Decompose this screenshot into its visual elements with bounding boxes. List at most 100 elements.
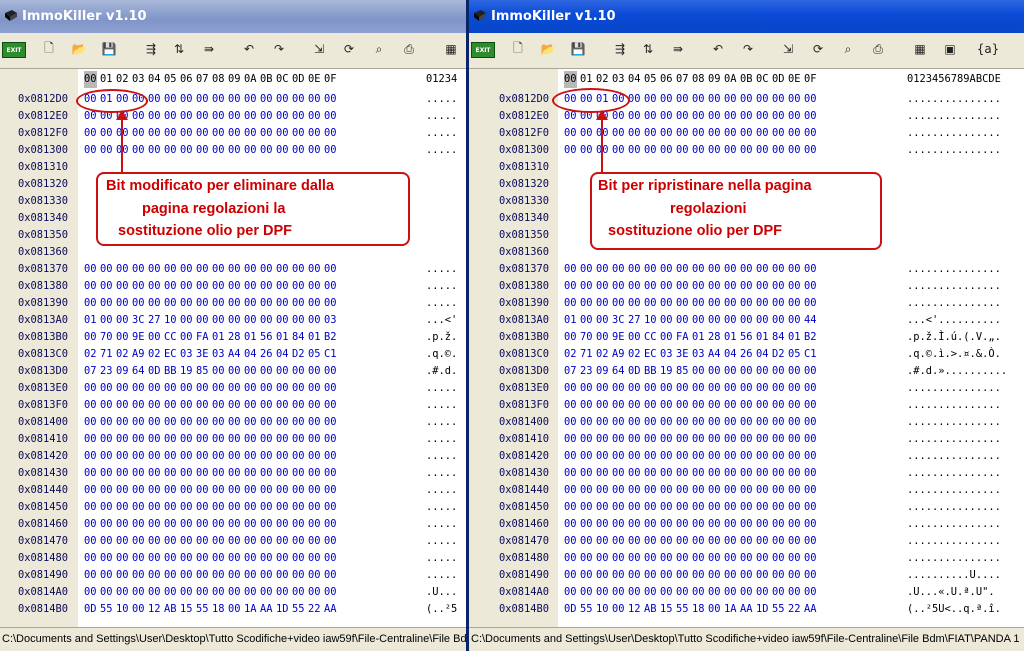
hex-row[interactable]: 0x081390 00 00 00 00 00 00 00 00 00 00 00 00 00 00 00 00… <box>469 295 1024 312</box>
hex-byte[interactable]: 1A <box>724 601 737 618</box>
hex-byte[interactable]: B2 <box>804 329 817 346</box>
hex-byte[interactable]: 00 <box>740 363 753 380</box>
hex-byte[interactable]: 00 <box>692 380 705 397</box>
hex-byte[interactable]: 00 <box>740 567 753 584</box>
hex-byte[interactable]: 00 <box>116 414 129 431</box>
hex-byte[interactable]: 00 <box>180 584 193 601</box>
hex-byte[interactable]: 00 <box>788 108 801 125</box>
hex-byte[interactable]: 00 <box>260 550 273 567</box>
hex-row[interactable]: 0x0812E000000000000000000000000000000000… <box>0 108 466 125</box>
hex-byte[interactable]: 00 <box>148 397 161 414</box>
hex-byte[interactable]: 02 <box>596 346 609 363</box>
hex-byte[interactable]: 00 <box>228 363 241 380</box>
hex-byte[interactable]: 00 <box>132 567 145 584</box>
hex-byte[interactable]: 00 <box>708 363 721 380</box>
hex-byte[interactable]: FA <box>676 329 689 346</box>
hex-byte[interactable]: 00 <box>132 261 145 278</box>
hex-byte[interactable]: 00 <box>324 397 337 414</box>
hex-byte[interactable]: 00 <box>292 363 305 380</box>
hex-byte[interactable]: 00 <box>724 533 737 550</box>
hex-byte[interactable]: 00 <box>580 482 593 499</box>
hex-byte[interactable]: 00 <box>612 499 625 516</box>
hex-byte[interactable]: 00 <box>196 499 209 516</box>
hex-byte[interactable]: 55 <box>100 601 113 618</box>
hex-byte[interactable]: 00 <box>324 278 337 295</box>
hex-byte[interactable]: 00 <box>148 295 161 312</box>
hex-byte[interactable]: 00 <box>740 108 753 125</box>
hex-byte[interactable]: 00 <box>132 516 145 533</box>
hex-byte[interactable]: 00 <box>756 295 769 312</box>
hex-byte[interactable]: 00 <box>292 278 305 295</box>
hex-byte[interactable]: 00 <box>84 329 97 346</box>
hex-byte[interactable]: 00 <box>756 397 769 414</box>
hex-byte[interactable]: 0D <box>84 601 97 618</box>
hex-byte[interactable]: 00 <box>580 125 593 142</box>
hex-byte[interactable]: 00 <box>84 261 97 278</box>
hex-byte[interactable]: 00 <box>580 499 593 516</box>
hex-byte[interactable]: 00 <box>244 125 257 142</box>
hex-byte[interactable]: 00 <box>740 533 753 550</box>
hex-byte[interactable]: 00 <box>660 584 673 601</box>
hex-byte[interactable]: 07 <box>564 363 577 380</box>
hex-byte[interactable]: AA <box>324 601 337 618</box>
hex-byte[interactable]: 00 <box>244 380 257 397</box>
hex-byte[interactable]: 00 <box>324 482 337 499</box>
hex-byte[interactable]: 00 <box>612 142 625 159</box>
hex-byte[interactable]: 00 <box>84 414 97 431</box>
hex-byte[interactable]: 00 <box>164 567 177 584</box>
hex-row[interactable]: 0x081380 00 00 00 00 00 00 00 00 00 00 00 00 00 00 00 00… <box>0 278 466 295</box>
hex-byte[interactable]: 00 <box>612 550 625 567</box>
hex-byte[interactable]: 00 <box>708 516 721 533</box>
hex-row[interactable]: 0x0814B0 0D 55 10 00 12 AB 15 55 18 00 1A AA 1D 55 22 AA… <box>0 601 466 618</box>
hex-byte[interactable]: 00 <box>580 584 593 601</box>
hex-byte[interactable]: 00 <box>116 584 129 601</box>
hex-row[interactable]: 0x081440 00 00 00 00 00 00 00 00 00 00 00 00 00 00 00 00… <box>0 482 466 499</box>
hex-byte[interactable]: 00 <box>644 108 657 125</box>
hex-byte[interactable]: 00 <box>660 380 673 397</box>
hex-byte[interactable]: 00 <box>644 414 657 431</box>
hex-byte[interactable]: 00 <box>196 125 209 142</box>
hex-byte[interactable]: 00 <box>244 142 257 159</box>
undo-icon[interactable]: ↶ <box>238 38 260 60</box>
hex-byte[interactable]: 00 <box>724 142 737 159</box>
hex-byte[interactable]: 27 <box>628 312 641 329</box>
hex-byte[interactable]: 55 <box>292 601 305 618</box>
hex-byte[interactable]: 00 <box>244 278 257 295</box>
import-icon[interactable]: ⇶ <box>609 38 631 60</box>
hex-row[interactable]: 0x0813A0 01 00 00 3C 27 10 00 00 00 00 00 00 00 00 00 44… <box>469 312 1024 329</box>
hex-byte[interactable]: 00 <box>676 142 689 159</box>
hex-byte[interactable]: 00 <box>180 397 193 414</box>
hex-byte[interactable]: 00 <box>580 465 593 482</box>
hex-byte[interactable]: 00 <box>628 125 641 142</box>
hex-byte[interactable]: 00 <box>724 448 737 465</box>
hex-byte[interactable]: 00 <box>324 431 337 448</box>
hex-byte[interactable]: 00 <box>804 431 817 448</box>
hex-byte[interactable]: 0D <box>148 363 161 380</box>
hex-byte[interactable]: 00 <box>276 295 289 312</box>
hex-byte[interactable]: 00 <box>724 482 737 499</box>
hex-byte[interactable]: 00 <box>708 584 721 601</box>
hex-row[interactable]: 0x081400 00 00 00 00 00 00 00 00 00 00 00 00 00 00 00 00… <box>469 414 1024 431</box>
hex-byte[interactable]: 00 <box>596 516 609 533</box>
hex-byte[interactable]: 00 <box>772 448 785 465</box>
hex-byte[interactable]: 00 <box>660 465 673 482</box>
hex-byte[interactable]: 00 <box>724 261 737 278</box>
hex-byte[interactable]: 00 <box>756 567 769 584</box>
hex-byte[interactable]: 00 <box>692 363 705 380</box>
hex-byte[interactable]: 9E <box>612 329 625 346</box>
print-icon[interactable]: ⎙ <box>867 38 889 60</box>
hex-byte[interactable]: 00 <box>772 142 785 159</box>
hex-byte[interactable]: 00 <box>756 414 769 431</box>
hex-byte[interactable]: 00 <box>196 142 209 159</box>
hex-byte[interactable]: 55 <box>580 601 593 618</box>
hex-row[interactable]: 0x081470 00 00 00 00 00 00 00 00 00 00 00 00 00 00 00 00… <box>0 533 466 550</box>
redo-icon[interactable]: ↷ <box>737 38 759 60</box>
hex-byte[interactable]: 00 <box>228 516 241 533</box>
hex-byte[interactable]: 00 <box>132 278 145 295</box>
hex-byte[interactable]: 00 <box>84 482 97 499</box>
hex-byte[interactable]: 00 <box>132 482 145 499</box>
hex-byte[interactable]: 00 <box>708 397 721 414</box>
hex-byte[interactable]: 00 <box>84 380 97 397</box>
hex-byte[interactable]: 00 <box>772 465 785 482</box>
hex-byte[interactable]: 00 <box>228 448 241 465</box>
